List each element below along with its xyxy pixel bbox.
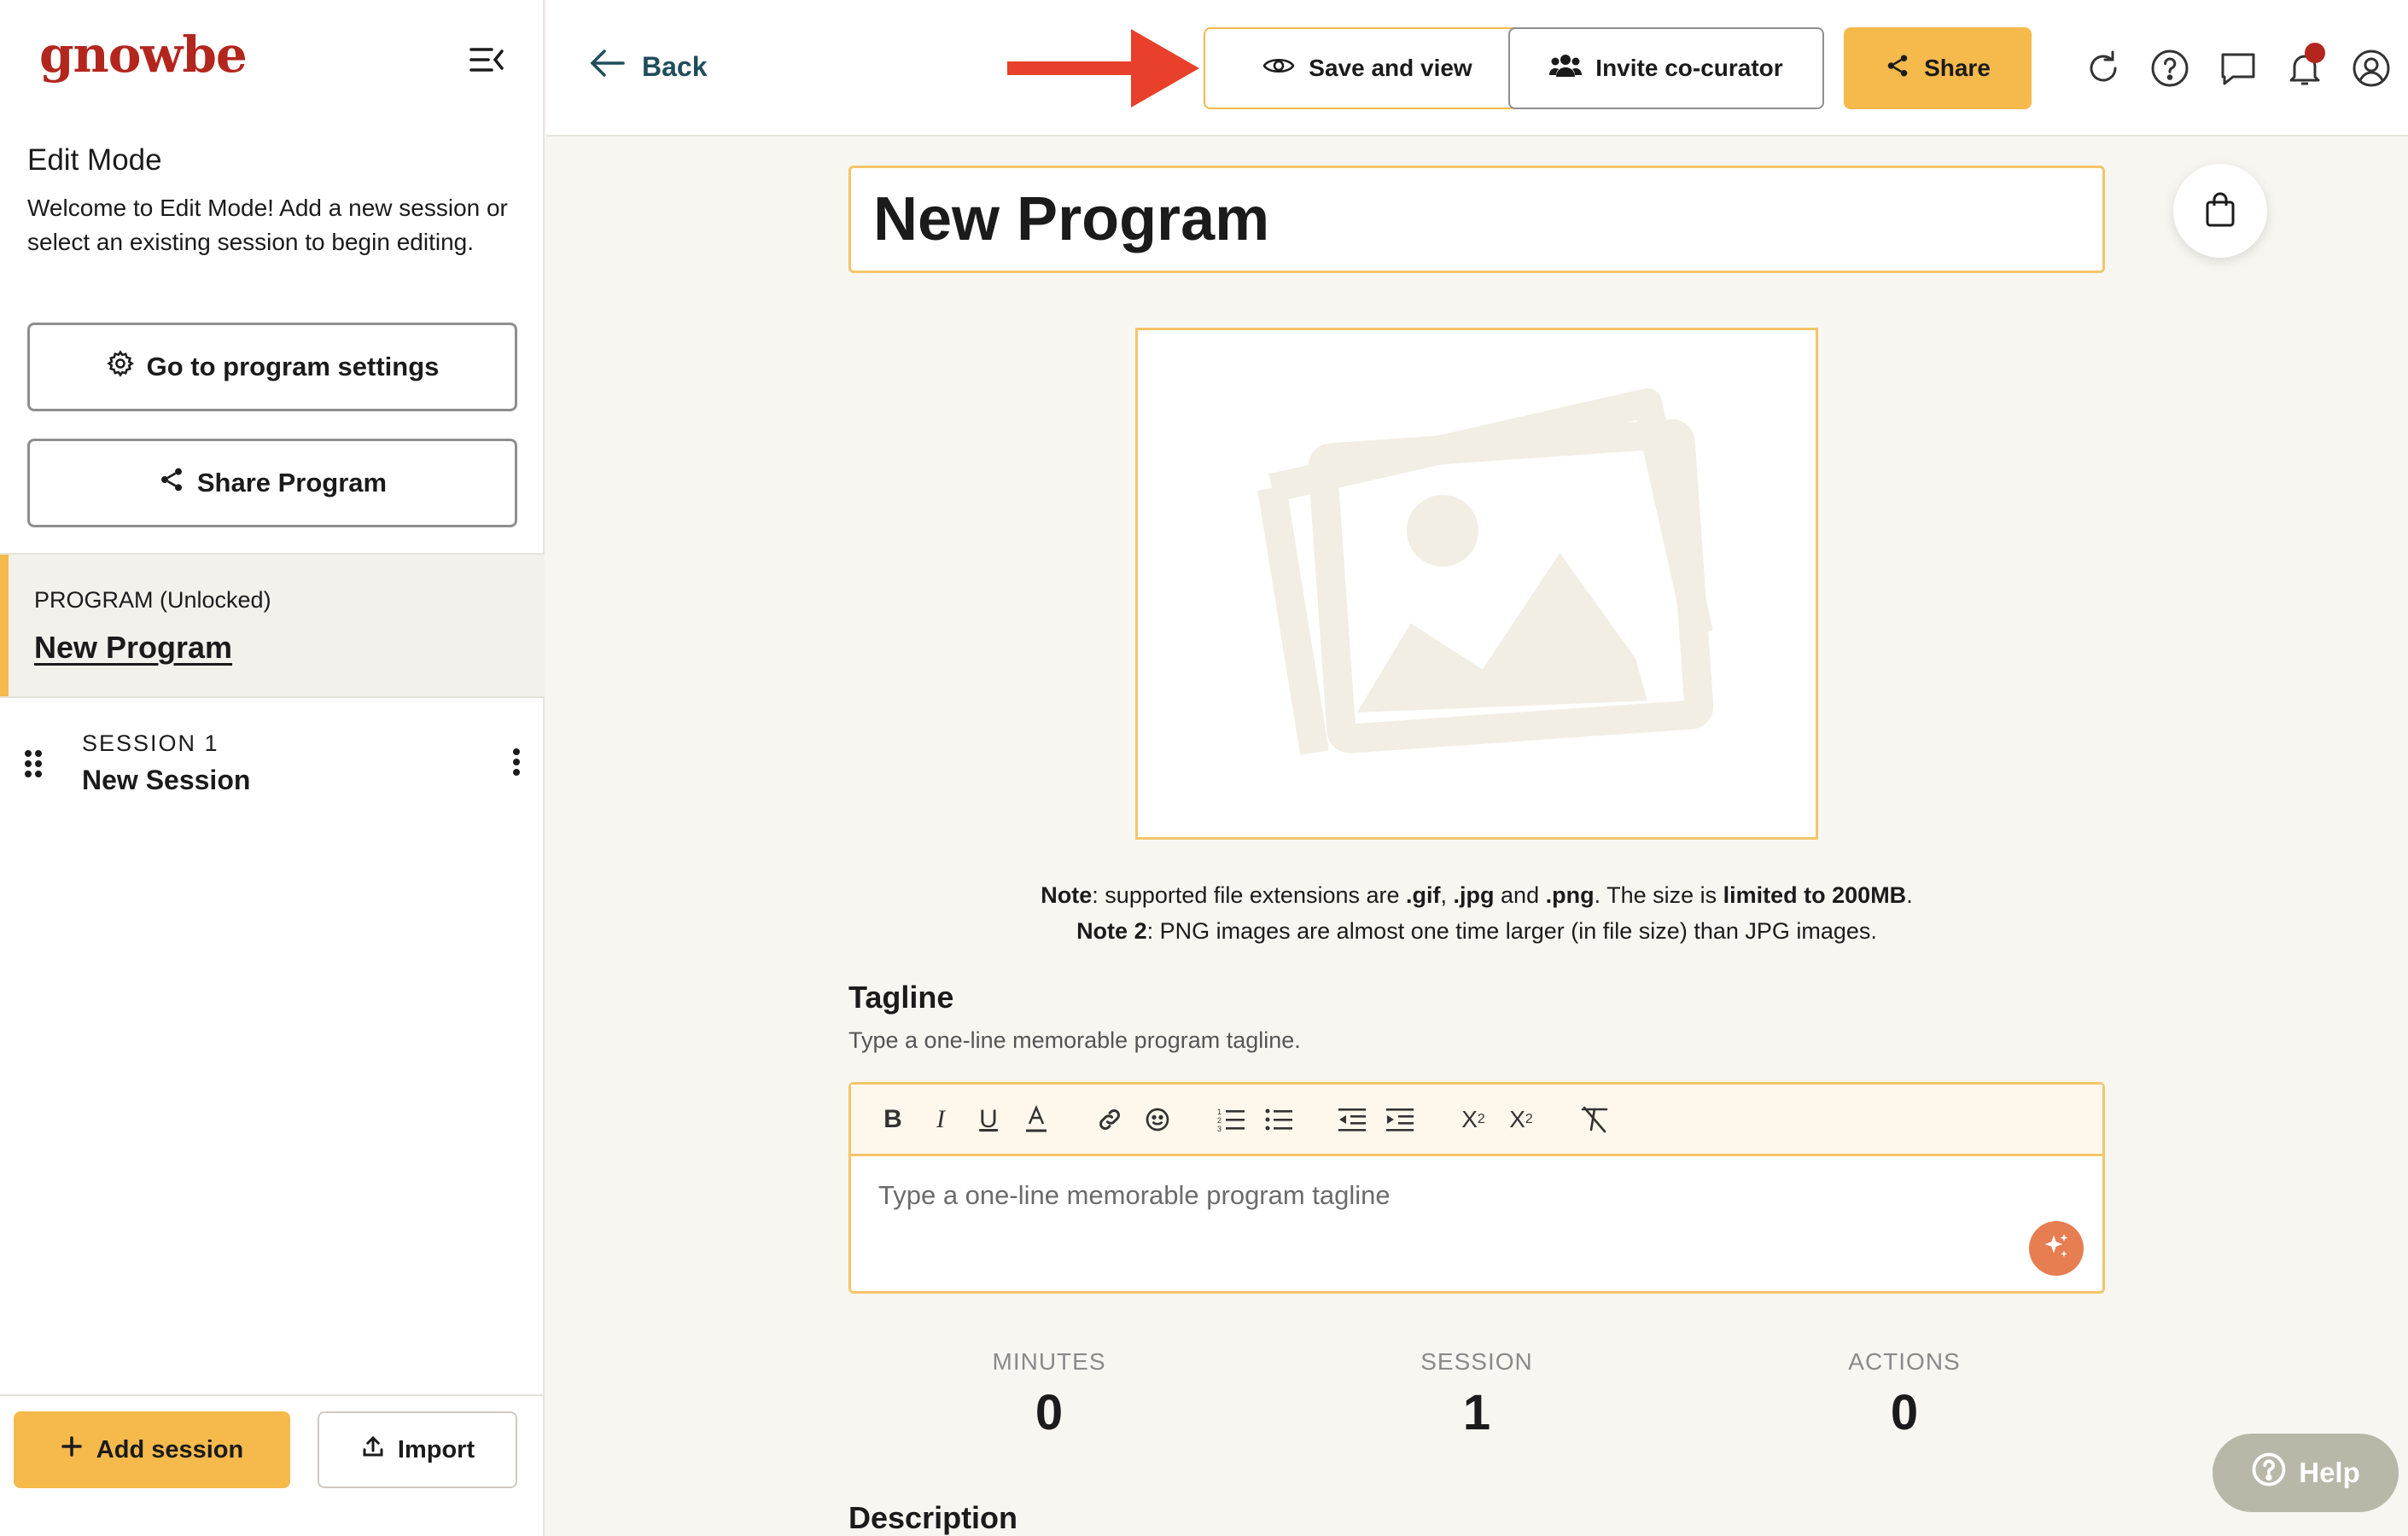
import-button[interactable]: Import [318,1411,517,1488]
users-icon [1549,53,1583,84]
superscript-icon[interactable]: X2 [1505,1101,1537,1138]
import-label: Import [397,1435,475,1463]
shopping-bag-button[interactable] [2173,164,2267,258]
share-icon [1885,53,1910,84]
program-title-input[interactable]: New Program [848,166,2105,273]
account-icon[interactable] [2351,48,2392,89]
share-label: Share [1924,55,1991,81]
eye-icon [1262,55,1295,83]
add-session-button[interactable]: Add session [14,1411,290,1488]
session-number-label: SESSION 1 [82,730,219,756]
shopping-bag-icon [2203,190,2237,232]
link-icon[interactable] [1093,1101,1126,1138]
share-program-button[interactable]: Share Program [27,439,517,527]
back-button[interactable]: Back [589,48,708,85]
subscript-icon[interactable]: X2 [1457,1101,1490,1138]
svg-text:3: 3 [1217,1125,1221,1132]
bullet-list-icon[interactable] [1262,1101,1295,1138]
italic-icon[interactable]: I [924,1101,957,1138]
session-name: New Session [82,765,251,795]
refresh-icon[interactable] [2083,48,2124,89]
indent-icon[interactable] [1384,1101,1416,1138]
file-extension-note: Note: supported file extensions are .gif… [1041,882,1913,908]
save-and-view-button[interactable]: Save and view [1204,27,1531,109]
sidebar-footer: Add session Import [0,1394,545,1536]
share-button[interactable]: Share [1844,27,2032,109]
tagline-editor[interactable]: B I U 123 X2 X2 Type a one-line memorabl… [848,1082,2105,1294]
png-size-note: Note 2: PNG images are almost one time l… [1076,918,1877,944]
chat-icon[interactable] [2218,48,2259,89]
drag-handle-icon[interactable] [24,749,43,783]
plus-icon [61,1435,83,1464]
active-accent-bar [0,555,9,696]
clear-format-icon[interactable] [1578,1101,1611,1138]
invite-co-curator-button[interactable]: Invite co-curator [1508,27,1824,109]
svg-text:2: 2 [1217,1116,1221,1125]
back-label: Back [642,50,708,82]
svg-text:1: 1 [1217,1108,1221,1116]
emoji-icon[interactable] [1141,1101,1174,1138]
add-session-label: Add session [96,1435,244,1463]
gear-icon [106,349,135,385]
editor-toolbar: B I U 123 X2 X2 [851,1085,2102,1156]
sidebar: gnowbe Edit Mode Welcome to Edit Mode! A… [0,0,545,1536]
help-label: Help [2299,1457,2360,1488]
minutes-stat: MINUTES 0 [921,1348,1177,1441]
save-and-view-label: Save and view [1309,55,1472,81]
program-settings-label: Go to program settings [146,352,440,381]
bell-icon[interactable] [2284,43,2325,89]
session-item[interactable]: SESSION 1 New Session [0,717,545,819]
ai-sparkle-button[interactable] [2029,1221,2084,1276]
tagline-heading: Tagline [848,980,954,1015]
program-image-upload[interactable] [1135,328,1818,840]
description-heading: Description [848,1500,1018,1535]
invite-co-curator-label: Invite co-curator [1595,55,1783,81]
text-color-icon[interactable] [1020,1101,1052,1138]
sparkle-icon [2041,1231,2072,1266]
red-pointer-arrow-icon [1007,26,1204,115]
session-count-value: 1 [1462,1385,1491,1440]
program-name-link[interactable]: New Program [34,630,232,666]
notification-badge [2305,43,2325,63]
help-icon[interactable] [2149,48,2190,89]
ordered-list-icon[interactable]: 123 [1215,1101,1247,1138]
actions-label: ACTIONS [1848,1348,1961,1375]
outdent-icon[interactable] [1336,1101,1368,1138]
actions-value: 0 [1890,1385,1919,1440]
edit-mode-description: Welcome to Edit Mode! Add a new session … [27,195,508,255]
help-button[interactable]: Help [2213,1434,2399,1512]
program-item[interactable]: PROGRAM (Unlocked) New Program [0,553,545,698]
underline-icon[interactable]: U [972,1101,1005,1138]
upload-icon [360,1434,386,1466]
image-placeholder-icon [1221,386,1733,783]
program-settings-button[interactable]: Go to program settings [27,323,517,411]
collapse-sidebar-icon[interactable] [468,43,505,77]
bold-icon[interactable]: B [877,1101,909,1138]
actions-stat: ACTIONS 0 [1776,1348,2032,1441]
program-status-label: PROGRAM (Unlocked) [34,587,271,613]
minutes-value: 0 [1035,1385,1064,1440]
edit-mode-title: Edit Mode [27,143,162,177]
session-stat: SESSION 1 [1349,1348,1605,1441]
question-circle-icon [2251,1452,2287,1494]
top-bar: Back Save and view Invite co-curator Sha… [546,0,2408,137]
share-program-label: Share Program [196,468,388,497]
minutes-label: MINUTES [992,1348,1106,1375]
tagline-input[interactable]: Type a one-line memorable program taglin… [878,1180,1391,1211]
arrow-left-icon [589,48,627,85]
session-count-label: SESSION [1420,1348,1533,1375]
gnowbe-logo[interactable]: gnowbe [39,26,248,84]
share-icon [158,466,185,500]
session-menu-icon[interactable] [512,748,521,781]
tagline-subtitle: Type a one-line memorable program taglin… [848,1027,1301,1053]
